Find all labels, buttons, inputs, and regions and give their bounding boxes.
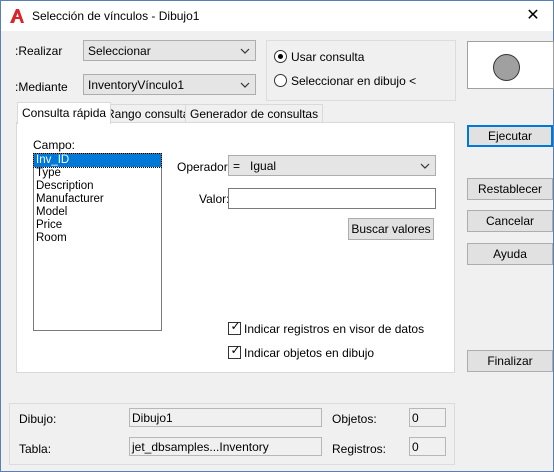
registros-label: Registros: bbox=[332, 442, 387, 456]
chevron-down-icon bbox=[420, 163, 430, 169]
realizar-label: :Realizar bbox=[15, 44, 63, 58]
chevron-down-icon bbox=[240, 48, 250, 54]
radio-seleccionar-dibujo-label[interactable]: Seleccionar en dibujo < bbox=[291, 74, 416, 88]
registros-value: 0 bbox=[409, 437, 446, 456]
list-item[interactable]: Room bbox=[34, 232, 161, 245]
objetos-label: Objetos: bbox=[332, 412, 377, 426]
realizar-select-value: Seleccionar bbox=[88, 44, 151, 58]
buscar-valores-button[interactable]: Buscar valores bbox=[348, 218, 434, 240]
list-item[interactable]: Inv_ID bbox=[33, 153, 162, 168]
ejecutar-button[interactable]: Ejecutar bbox=[467, 125, 553, 147]
check-registros-box[interactable]: ✓ bbox=[228, 319, 241, 335]
radio-seleccionar-dibujo[interactable] bbox=[274, 74, 287, 87]
operador-label: Operador: bbox=[177, 160, 232, 174]
check-objetos-box[interactable]: ✓ bbox=[228, 343, 241, 359]
mediante-select-value: InventoryVínculo1 bbox=[88, 78, 185, 92]
check-registros-label[interactable]: Indicar registros en visor de datos bbox=[244, 322, 424, 336]
preview-box bbox=[467, 41, 554, 89]
tabla-label: Tabla: bbox=[19, 442, 52, 456]
list-item[interactable]: Price bbox=[34, 219, 161, 232]
radio-usar-consulta-label[interactable]: Usar consulta bbox=[291, 50, 364, 64]
dibujo-label: Dibujo: bbox=[19, 412, 57, 426]
operador-select[interactable]: = Igual bbox=[228, 155, 436, 176]
campo-listbox[interactable]: Inv_ID Type Description Manufacturer Mod… bbox=[33, 153, 162, 331]
tab-consulta-rapida[interactable]: Consulta rápida bbox=[17, 102, 112, 124]
tab-generador-consultas[interactable]: Generador de consultas bbox=[185, 104, 324, 123]
tabla-value: jet_dbsamples...Inventory bbox=[129, 437, 322, 456]
dibujo-value: Dibujo1 bbox=[129, 408, 322, 427]
check-objetos-label[interactable]: Indicar objetos en dibujo bbox=[244, 346, 374, 360]
cancelar-button[interactable]: Cancelar bbox=[467, 210, 553, 232]
checkmark-icon: ✓ bbox=[230, 319, 241, 333]
checkmark-icon: ✓ bbox=[230, 343, 241, 357]
list-item[interactable]: Description bbox=[34, 180, 161, 193]
title-bar: Selección de vínculos - Dibujo1 ✕ bbox=[1, 1, 553, 31]
window-title: Selección de vínculos - Dibujo1 bbox=[32, 9, 200, 23]
finalizar-button[interactable]: Finalizar bbox=[467, 350, 553, 372]
mediante-select[interactable]: InventoryVínculo1 bbox=[83, 74, 256, 95]
list-item[interactable]: Type bbox=[34, 167, 161, 180]
restablecer-button[interactable]: Restablecer bbox=[467, 178, 553, 200]
close-icon[interactable]: ✕ bbox=[518, 4, 548, 28]
realizar-select[interactable]: Seleccionar bbox=[83, 40, 256, 61]
valor-label: Valor: bbox=[199, 192, 230, 206]
chevron-down-icon bbox=[240, 82, 250, 88]
ayuda-button[interactable]: Ayuda bbox=[467, 243, 553, 265]
campo-label: Campo: bbox=[33, 138, 76, 152]
circle-preview-icon bbox=[493, 54, 520, 81]
list-item[interactable]: Manufacturer bbox=[34, 193, 161, 206]
autocad-logo-icon bbox=[10, 9, 24, 23]
tab-rango-consulta[interactable]: Rango consulta bbox=[101, 104, 195, 123]
dialog-window: Selección de vínculos - Dibujo1 ✕ :Reali… bbox=[0, 0, 554, 472]
mediante-label: :Mediante bbox=[15, 80, 68, 94]
objetos-value: 0 bbox=[409, 408, 446, 427]
operador-select-value: = Igual bbox=[233, 159, 277, 173]
radio-usar-consulta[interactable] bbox=[274, 50, 287, 63]
valor-input[interactable] bbox=[228, 188, 436, 209]
list-item[interactable]: Model bbox=[34, 206, 161, 219]
